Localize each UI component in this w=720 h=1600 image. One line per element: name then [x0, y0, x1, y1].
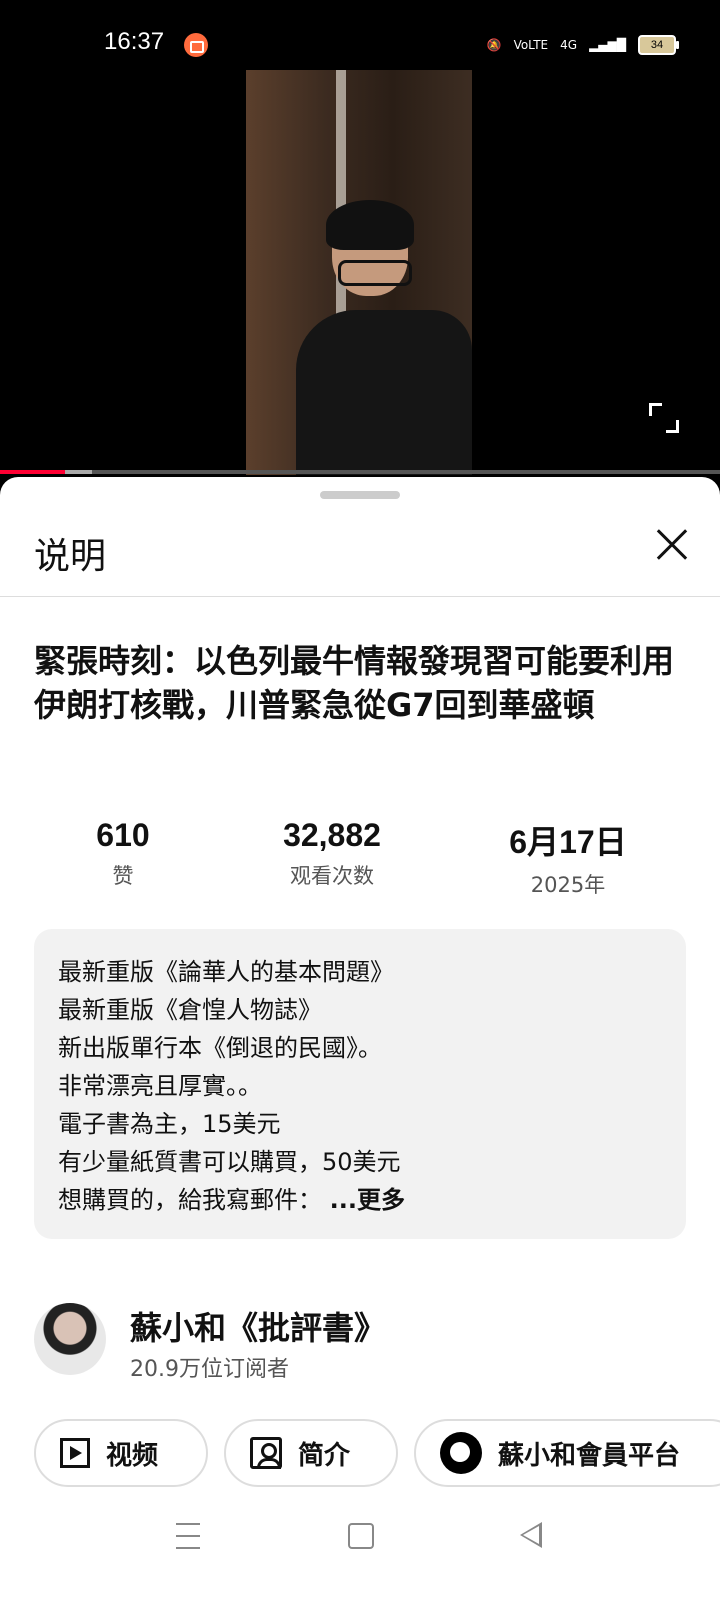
description-box[interactable]: 最新重版《論華人的基本問題》 最新重版《倉惶人物誌》 新出版單行本《倒退的民國》… [34, 929, 686, 1239]
description-line: 最新重版《倉惶人物誌》 [58, 996, 322, 1024]
status-bar: 16:37 🔕 VoLTE 4G ▂▄▆█ 34 [0, 0, 720, 70]
recent-apps-icon[interactable] [176, 1523, 200, 1549]
person-glasses [338, 260, 412, 286]
video-player[interactable] [0, 70, 720, 475]
fullscreen-icon[interactable] [646, 400, 682, 436]
home-icon[interactable] [348, 1523, 374, 1549]
description-line: 非常漂亮且厚實。。 [58, 1072, 262, 1100]
screen-record-icon [184, 33, 208, 57]
membership-button[interactable]: 蘇小和會員平台 [414, 1419, 720, 1487]
system-nav-bar [0, 1497, 720, 1600]
signal-icon: ▂▄▆█ [589, 38, 626, 52]
description-line: 新出版單行本《倒退的民國》。 [58, 1034, 382, 1062]
subscriber-count: 20.9万位订阅者 [130, 1357, 289, 1382]
description-line: 有少量紙質書可以購買，50美元 [58, 1148, 401, 1176]
network-type: 4G [560, 38, 578, 52]
video-frame[interactable] [246, 70, 472, 475]
patreon-icon [440, 1432, 482, 1474]
stat-label: 观看次数 [290, 864, 374, 888]
drag-handle[interactable] [320, 491, 400, 499]
channel-pills: 视频 简介 蘇小和會員平台 [34, 1419, 720, 1493]
clock: 16:37 [104, 28, 165, 55]
person-torso [296, 310, 472, 475]
progress-bar[interactable] [0, 470, 720, 474]
stat-value: 6月17日 [509, 824, 627, 860]
close-icon[interactable] [656, 529, 688, 561]
progress-fill [0, 470, 65, 474]
status-icons: 🔕 VoLTE 4G ▂▄▆█ 34 [486, 32, 679, 58]
description-line: 電子書為主，15美元 [58, 1110, 281, 1138]
person-hair [326, 200, 414, 250]
stats-row: 610 赞 32,882 观看次数 6月17日 2025年 [0, 817, 720, 897]
channel-name[interactable]: 蘇小和《批評書》 [130, 1303, 386, 1349]
avatar[interactable] [34, 1303, 106, 1375]
stat-label: 2025年 [530, 873, 606, 897]
about-button[interactable]: 简介 [224, 1419, 398, 1487]
stat-likes: 610 赞 [8, 817, 238, 890]
videos-button[interactable]: 视频 [34, 1419, 208, 1487]
about-button-label: 简介 [298, 1440, 351, 1471]
more-link[interactable]: ...更多 [330, 1186, 405, 1214]
video-title: 緊張時刻：以色列最牛情報發現習可能要利用伊朗打核戰，川普緊急從G7回到華盛頓 [34, 642, 675, 724]
back-icon[interactable] [520, 1522, 542, 1548]
membership-button-label: 蘇小和會員平台 [498, 1440, 681, 1471]
person-icon [250, 1437, 282, 1469]
description-sheet: 说明 緊張時刻：以色列最牛情報發現習可能要利用伊朗打核戰，川普緊急從G7回到華盛… [0, 477, 720, 1600]
stat-value: 32,882 [283, 817, 381, 853]
mute-icon: 🔕 [486, 38, 502, 52]
divider [0, 596, 720, 597]
stat-label: 赞 [112, 864, 134, 888]
sheet-title: 说明 [34, 536, 107, 577]
stat-views: 32,882 观看次数 [217, 817, 447, 890]
play-icon [60, 1438, 90, 1468]
stat-date: 6月17日 2025年 [453, 817, 683, 899]
description-line: 想購買的，給我寫郵件： ...更多 [58, 1181, 405, 1219]
description-line: 最新重版《論華人的基本問題》 [58, 958, 394, 986]
channel-row[interactable]: 蘇小和《批評書》 20.9万位订阅者 [34, 1303, 694, 1382]
volte-icon: VoLTE [513, 38, 549, 52]
videos-button-label: 视频 [106, 1440, 159, 1471]
description-line-text: 想購買的，給我寫郵件： [58, 1186, 322, 1214]
stat-value: 610 [96, 817, 150, 853]
battery-icon: 34 [638, 35, 679, 55]
